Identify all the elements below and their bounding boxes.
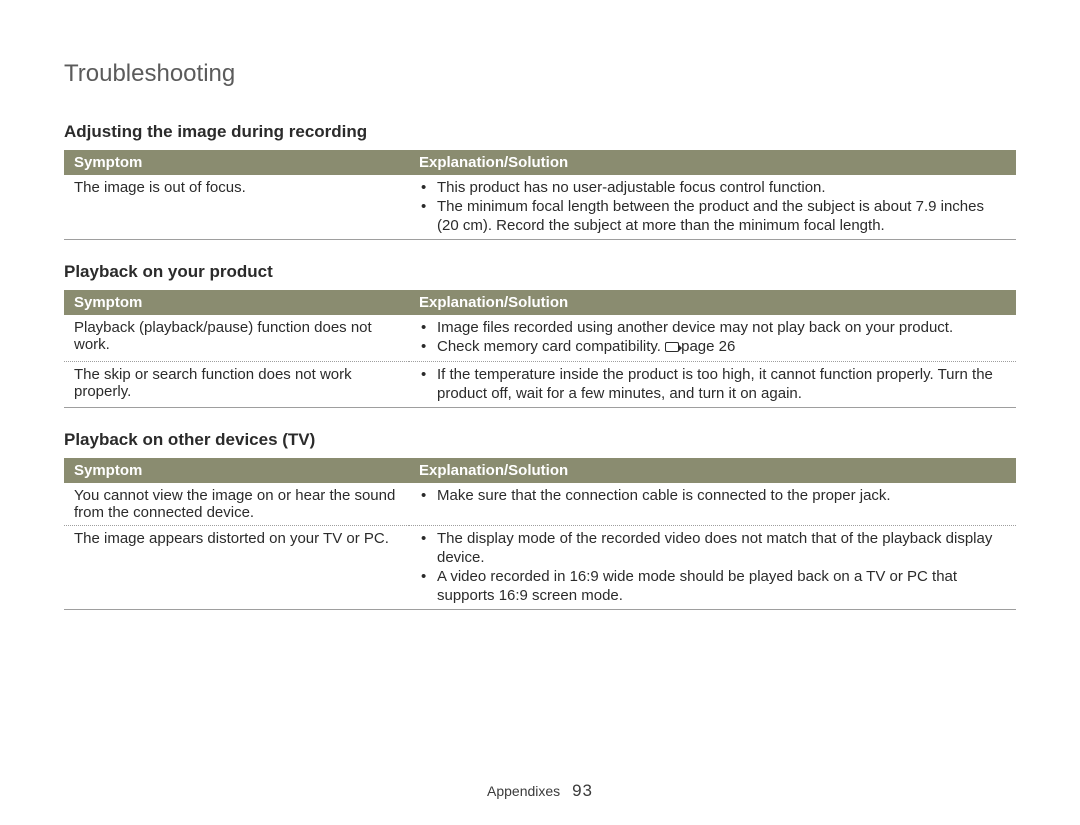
- solution-cell: This product has no user-adjustable focu…: [409, 175, 1016, 240]
- solution-item: Make sure that the connection cable is c…: [433, 487, 1006, 506]
- troubleshooting-table: SymptomExplanation/SolutionPlayback (pla…: [64, 290, 1016, 408]
- column-header-symptom: Symptom: [64, 150, 409, 175]
- column-header-solution: Explanation/Solution: [409, 458, 1016, 483]
- page-reference-text: page 26: [681, 338, 735, 355]
- section-heading: Playback on your product: [64, 262, 1016, 282]
- column-header-symptom: Symptom: [64, 290, 409, 315]
- troubleshooting-sections: Adjusting the image during recording Symp…: [64, 122, 1016, 610]
- column-header-symptom: Symptom: [64, 458, 409, 483]
- manual-page: Troubleshooting Adjusting the image duri…: [0, 0, 1080, 825]
- solution-item: If the temperature inside the product is…: [433, 366, 1006, 404]
- table-row: You cannot view the image on or hear the…: [64, 483, 1016, 526]
- troubleshooting-table: SymptomExplanation/SolutionThe image is …: [64, 150, 1016, 240]
- column-header-solution: Explanation/Solution: [409, 290, 1016, 315]
- solution-item: The minimum focal length between the pro…: [433, 198, 1006, 236]
- solution-item: Check memory card compatibility. page 26: [433, 338, 1006, 357]
- solution-item: A video recorded in 16:9 wide mode shoul…: [433, 568, 1006, 606]
- table-row: The skip or search function does not wor…: [64, 361, 1016, 408]
- solution-item: Image files recorded using another devic…: [433, 319, 1006, 338]
- symptom-cell: The skip or search function does not wor…: [64, 361, 409, 408]
- solution-item: The display mode of the recorded video d…: [433, 530, 1006, 568]
- solution-list: If the temperature inside the product is…: [419, 366, 1006, 404]
- solution-item: This product has no user-adjustable focu…: [433, 179, 1006, 198]
- section-heading: Playback on other devices (TV): [64, 430, 1016, 450]
- page-reference-icon: [665, 342, 679, 352]
- solution-cell: The display mode of the recorded video d…: [409, 526, 1016, 610]
- solution-cell: Make sure that the connection cable is c…: [409, 483, 1016, 526]
- solution-list: Make sure that the connection cable is c…: [419, 487, 1006, 506]
- section-heading: Adjusting the image during recording: [64, 122, 1016, 142]
- solution-cell: If the temperature inside the product is…: [409, 361, 1016, 408]
- solution-cell: Image files recorded using another devic…: [409, 315, 1016, 361]
- table-row: The image is out of focus. This product h…: [64, 175, 1016, 240]
- column-header-solution: Explanation/Solution: [409, 150, 1016, 175]
- symptom-cell: The image appears distorted on your TV o…: [64, 526, 409, 610]
- solution-list: This product has no user-adjustable focu…: [419, 179, 1006, 235]
- page-footer: Appendixes 93: [0, 781, 1080, 801]
- solution-list: Image files recorded using another devic…: [419, 319, 1006, 357]
- symptom-cell: Playback (playback/pause) function does …: [64, 315, 409, 361]
- footer-page-number: 93: [572, 781, 593, 800]
- table-row: The image appears distorted on your TV o…: [64, 526, 1016, 610]
- symptom-cell: The image is out of focus.: [64, 175, 409, 240]
- troubleshooting-table: SymptomExplanation/SolutionYou cannot vi…: [64, 458, 1016, 610]
- solution-list: The display mode of the recorded video d…: [419, 530, 1006, 605]
- footer-section-label: Appendixes: [487, 783, 560, 799]
- page-title: Troubleshooting: [64, 60, 1016, 88]
- symptom-cell: You cannot view the image on or hear the…: [64, 483, 409, 526]
- table-row: Playback (playback/pause) function does …: [64, 315, 1016, 361]
